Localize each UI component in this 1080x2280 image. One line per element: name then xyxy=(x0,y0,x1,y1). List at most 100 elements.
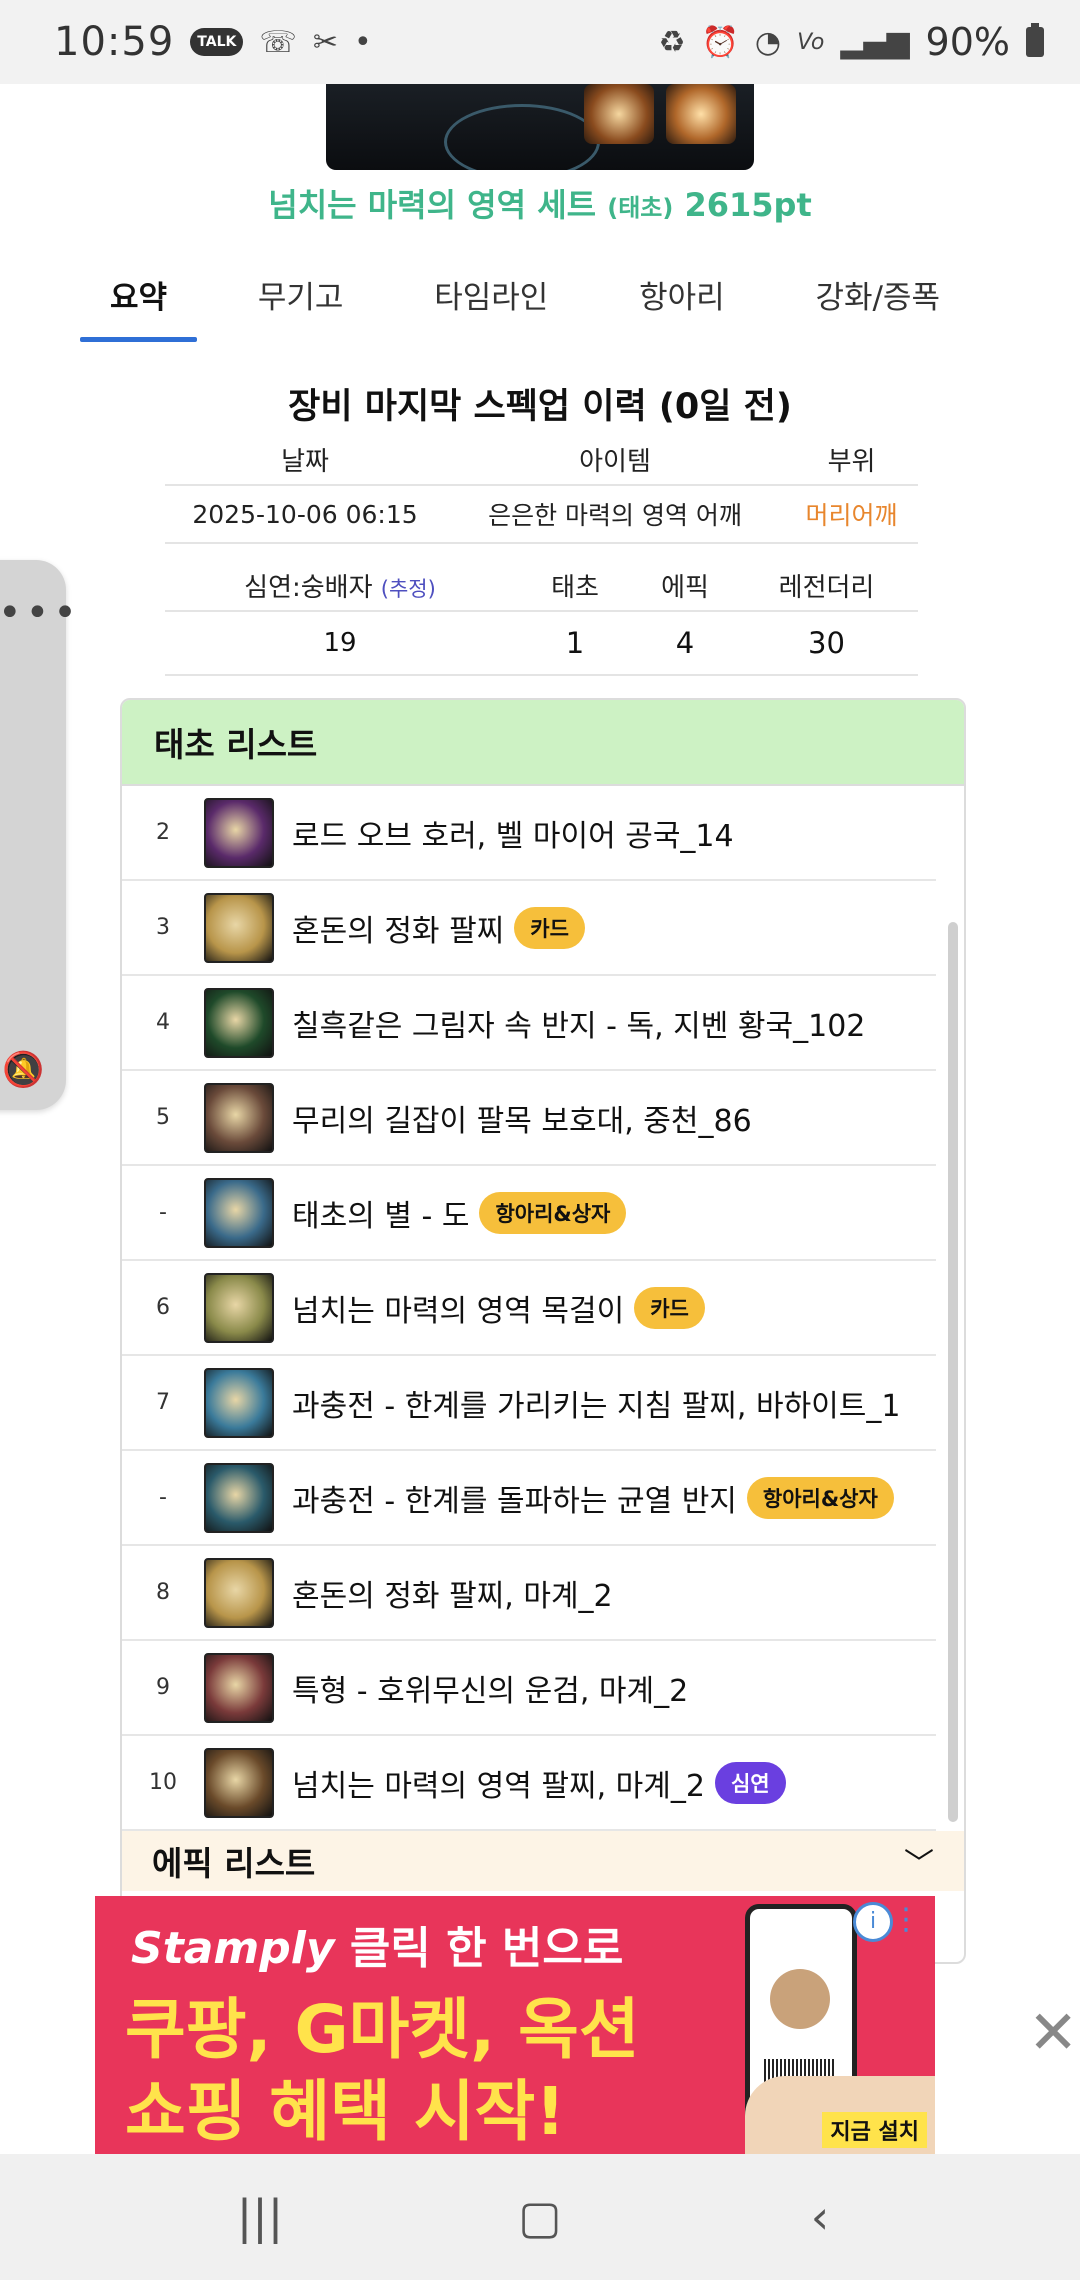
list-item[interactable]: 2 로드 오브 호러, 벨 마이어 공국_14 xyxy=(122,786,936,881)
list-item[interactable]: 10 넘치는 마력의 영역 팔찌, 마계_2 심연 xyxy=(122,1736,936,1831)
history-header-row: 날짜 아이템 부위 xyxy=(165,434,918,486)
status-left: 10:59 TALK ☏ ✂ • xyxy=(54,19,372,65)
count-abyss: 19 xyxy=(323,628,357,658)
item-name-text: 로드 오브 호러, 벨 마이어 공국_14 xyxy=(292,818,734,854)
item-number: 4 xyxy=(156,1010,170,1035)
staff-icon xyxy=(204,797,274,868)
item-badge: 심연 xyxy=(714,1761,786,1804)
status-right: ♻ ⏰ ◔ Vo ▂▄▆ 90% xyxy=(659,20,1044,64)
back-icon[interactable]: ‹ xyxy=(780,2190,860,2244)
tab-timeline[interactable]: 타임라인 xyxy=(434,262,548,342)
list-item[interactable]: - 태초의 별 - 도 항아리&상자 xyxy=(122,1166,936,1261)
set-title: 넘치는 마력의 영역 세트 (태초) 2615pt xyxy=(0,180,1080,226)
set-item-icon xyxy=(666,84,736,144)
ad-more-icon[interactable]: ⋮ xyxy=(891,1902,921,1937)
list-item[interactable]: 6 넘치는 마력의 영역 목걸이 카드 xyxy=(122,1261,936,1356)
bracelet-icon xyxy=(204,1367,274,1438)
item-name: 칠흑같은 그림자 속 반지 - 독, 지벤 황국_102 xyxy=(292,1001,865,1045)
item-name: 넘치는 마력의 영역 목걸이 카드 xyxy=(292,1286,705,1330)
tab-enhance[interactable]: 강화/증폭 xyxy=(815,262,940,342)
status-bar: 10:59 TALK ☏ ✂ • ♻ ⏰ ◔ Vo ▂▄▆ 90% xyxy=(0,0,1080,84)
bracelet-icon xyxy=(204,1747,274,1818)
set-item-icon xyxy=(584,84,654,144)
magic-circle-icon xyxy=(444,104,600,170)
item-badge: 카드 xyxy=(634,1286,705,1329)
navigation-bar: ||| ▢ ‹ xyxy=(0,2154,1080,2280)
item-name-text: 무리의 길잡이 팔목 보호대, 중천_86 xyxy=(292,1103,752,1139)
header-legendary: 레전더리 xyxy=(778,572,875,603)
item-number: 3 xyxy=(156,915,170,940)
history-data-row: 2025-10-06 06:15 은은한 마력의 영역 어깨 머리어깨 xyxy=(165,486,918,544)
item-name-text: 혼돈의 정화 팔찌 xyxy=(292,913,505,949)
call-icon: ☏ xyxy=(259,24,297,60)
item-name: 혼돈의 정화 팔찌 카드 xyxy=(292,906,585,950)
item-name: 특형 - 호위무신의 운검, 마계_2 xyxy=(292,1666,688,1710)
list-item[interactable]: 3 혼돈의 정화 팔찌 카드 xyxy=(122,881,936,976)
signal-icon: ▂▄▆ xyxy=(840,24,910,60)
item-name: 태초의 별 - 도 항아리&상자 xyxy=(292,1191,627,1235)
recent-apps-icon[interactable]: ||| xyxy=(220,2190,300,2244)
battery-icon xyxy=(1026,23,1044,57)
chevron-down-icon[interactable]: ﹀ xyxy=(904,1839,934,1883)
ad-line3: 쇼핑 혜택 시작! xyxy=(125,2073,566,2150)
item-badge: 항아리&상자 xyxy=(479,1191,627,1234)
set-image xyxy=(326,84,754,170)
item-name-text: 칠흑같은 그림자 속 반지 - 독, 지벤 황국_102 xyxy=(292,1008,866,1044)
ring-icon xyxy=(204,1462,274,1533)
item-number: 5 xyxy=(156,1105,170,1130)
wifi-icon: ◔ xyxy=(754,24,782,60)
list-item[interactable]: 7 과충전 - 한계를 가리키는 지침 팔찌, 바하이트_1 xyxy=(122,1356,936,1451)
side-floating-panel[interactable]: ••• 🔕 xyxy=(0,560,77,1110)
header-date: 날짜 xyxy=(281,446,329,477)
item-number: 9 xyxy=(156,1675,170,1700)
history-item[interactable]: 은은한 마력의 영역 어깨 xyxy=(445,496,785,532)
list-scrollbar[interactable] xyxy=(948,922,958,1822)
item-number: - xyxy=(159,1485,167,1510)
battery-saver-icon: ♻ xyxy=(658,24,686,60)
list-item[interactable]: 4 칠흑같은 그림자 속 반지 - 독, 지벤 황국_102 xyxy=(122,976,936,1071)
item-name-text: 넘치는 마력의 영역 팔찌, 마계_2 xyxy=(292,1768,705,1804)
list-item[interactable]: - 과충전 - 한계를 돌파하는 균열 반지 항아리&상자 xyxy=(122,1451,936,1546)
ad-install-button[interactable]: 지금 설치 xyxy=(822,2112,927,2148)
dot-icon: • xyxy=(354,24,372,60)
blade-icon xyxy=(204,1177,274,1248)
item-name-text: 혼돈의 정화 팔찌, 마계_2 xyxy=(292,1578,613,1614)
set-name: 넘치는 마력의 영역 세트 xyxy=(268,186,597,224)
item-badge: 항아리&상자 xyxy=(746,1476,894,1519)
alarm-icon: ⏰ xyxy=(701,24,739,60)
ring-icon xyxy=(204,987,274,1058)
item-name: 넘치는 마력의 영역 팔찌, 마계_2 심연 xyxy=(292,1761,786,1805)
epic-list-header[interactable]: 에픽 리스트 ﹀ xyxy=(122,1831,964,1891)
item-number: 2 xyxy=(156,820,170,845)
tab-jar[interactable]: 항아리 xyxy=(639,262,725,342)
item-name: 무리의 길잡이 팔목 보호대, 중천_86 xyxy=(292,1096,752,1140)
ad-banner[interactable]: Stamply 클릭 한 번으로 쿠팡, G마켓, 옥션 쇼핑 혜택 시작! 지… xyxy=(95,1896,935,2154)
list-item[interactable]: 8 혼돈의 정화 팔찌, 마계_2 xyxy=(122,1546,936,1641)
item-number: 8 xyxy=(156,1580,170,1605)
tab-armory[interactable]: 무기고 xyxy=(258,262,344,342)
ad-info-icon[interactable]: i xyxy=(853,1902,893,1942)
item-number: 7 xyxy=(156,1390,170,1415)
item-name: 과충전 - 한계를 돌파하는 균열 반지 항아리&상자 xyxy=(292,1476,894,1520)
item-badge: 카드 xyxy=(514,906,585,949)
item-number: - xyxy=(159,1200,167,1225)
item-name: 혼돈의 정화 팔찌, 마계_2 xyxy=(292,1571,613,1615)
item-name: 로드 오브 호러, 벨 마이어 공국_14 xyxy=(292,811,734,855)
header-epic: 에픽 xyxy=(661,572,709,603)
more-icon[interactable]: ••• xyxy=(0,590,81,636)
bracelet-icon xyxy=(204,1557,274,1628)
tab-summary[interactable]: 요약 xyxy=(79,262,198,342)
coffee-cup-icon xyxy=(770,1969,830,2029)
item-name: 과충전 - 한계를 가리키는 지침 팔찌, 바하이트_1 xyxy=(292,1381,900,1425)
ad-close-icon[interactable]: ✕ xyxy=(1028,1998,1078,2068)
mute-icon[interactable]: 🔕 xyxy=(2,1050,44,1090)
ad-line1-text: 클릭 한 번으로 xyxy=(349,1923,624,1974)
list-item[interactable]: 9 특형 - 호위무신의 운검, 마계_2 xyxy=(122,1641,936,1736)
home-icon[interactable]: ▢ xyxy=(500,2190,580,2244)
item-number: 6 xyxy=(156,1295,170,1320)
item-name-text: 태초의 별 - 도 xyxy=(292,1198,470,1234)
list-item[interactable]: 5 무리의 길잡이 팔목 보호대, 중천_86 xyxy=(122,1071,936,1166)
count-legendary: 30 xyxy=(808,626,845,660)
talk-icon: TALK xyxy=(190,28,244,56)
necklace-icon xyxy=(204,1272,274,1343)
